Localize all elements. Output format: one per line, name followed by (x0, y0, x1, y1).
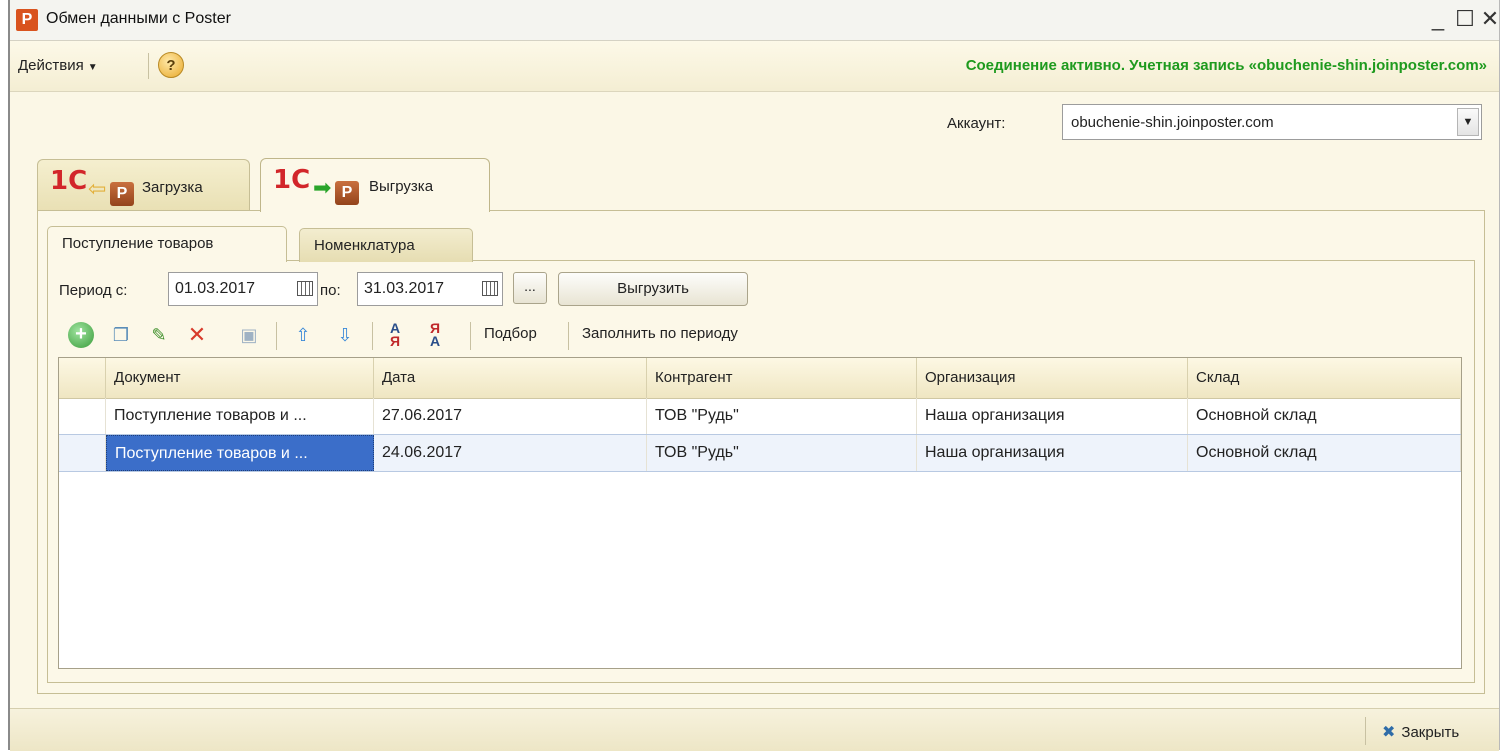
tab-load-label: Загрузка (142, 179, 203, 196)
poster-logo-icon: P (16, 9, 38, 31)
column-header-organization[interactable]: Организация (917, 358, 1188, 398)
window-title: Обмен данными с Poster (46, 10, 231, 27)
1c-logo-icon: 1С (50, 166, 88, 196)
tab-unload-label: Выгрузка (369, 178, 434, 195)
arrow-right-icon: ➡ (313, 175, 332, 200)
poster-badge-icon: P (335, 181, 359, 205)
tab-load[interactable]: 1С ⇦ P Загрузка (37, 159, 250, 211)
table-row[interactable]: Поступление товаров и ... 24.06.2017 ТОВ… (59, 434, 1461, 472)
close-button[interactable]: ✖ Закрыть (1382, 722, 1459, 742)
dropdown-arrow-icon[interactable]: ▼ (1457, 108, 1479, 136)
close-icon: ✖ (1382, 724, 1396, 741)
table-cell: Поступление товаров и ... (106, 435, 374, 471)
period-to-field[interactable]: 31.03.2017 (357, 272, 503, 306)
command-bar: Действия ▼ ? Соединение активно. Учетная … (10, 41, 1499, 92)
move-up-icon[interactable]: ⇧ (290, 322, 316, 348)
table-header: Документ Дата Контрагент Организация Скл… (59, 358, 1461, 399)
table-cell: Наша организация (917, 398, 1188, 434)
table-cell: Наша организация (917, 435, 1188, 471)
move-down-icon[interactable]: ⇩ (332, 322, 358, 348)
period-from-field[interactable]: 01.03.2017 (168, 272, 318, 306)
fill-by-period-button[interactable]: Заполнить по периоду (582, 325, 738, 342)
separator (372, 322, 373, 350)
separator (1365, 717, 1366, 745)
connection-status: Соединение активно. Учетная запись «obuc… (965, 57, 1487, 74)
separator (148, 53, 149, 79)
period-to-value: 31.03.2017 (364, 280, 445, 297)
export-button[interactable]: Выгрузить (558, 272, 748, 306)
separator (276, 322, 277, 350)
save-icon[interactable]: ▣ (236, 322, 262, 348)
calendar-icon[interactable] (297, 281, 313, 296)
table-cell (59, 398, 106, 434)
1c-logo-icon: 1С (273, 165, 311, 195)
table-row[interactable]: Поступление товаров и ... 27.06.2017 ТОВ… (59, 398, 1461, 435)
tab-goods-receipts-label: Поступление товаров (62, 235, 214, 252)
table-cell: Основной склад (1188, 435, 1461, 471)
separator (470, 322, 471, 350)
table-cell: 27.06.2017 (374, 398, 647, 434)
column-header-document[interactable]: Документ (106, 358, 374, 398)
chevron-down-icon: ▼ (87, 62, 98, 73)
calendar-icon[interactable] (482, 281, 498, 296)
add-icon[interactable]: + (68, 322, 94, 348)
sort-descending-icon[interactable]: ЯА (422, 321, 448, 348)
select-button[interactable]: Подбор (484, 325, 537, 342)
help-icon[interactable]: ? (158, 52, 184, 78)
documents-table: Документ Дата Контрагент Организация Скл… (58, 357, 1462, 669)
arrow-left-icon: ⇦ (88, 176, 107, 201)
column-header-counterparty[interactable]: Контрагент (647, 358, 917, 398)
table-cell: ТОВ "Рудь" (647, 398, 917, 434)
close-window-button[interactable]: ✕ (1475, 4, 1505, 34)
tab-goods-receipts[interactable]: Поступление товаров (47, 226, 287, 262)
poster-badge-icon: P (110, 182, 134, 206)
period-select-button[interactable]: ... (513, 272, 547, 304)
sort-ascending-icon[interactable]: АЯ (382, 321, 408, 348)
column-header-warehouse[interactable]: Склад (1188, 358, 1461, 398)
delete-icon[interactable]: ✕ (184, 322, 210, 348)
bottom-bar: ✖ Закрыть (10, 708, 1499, 751)
column-header[interactable] (59, 358, 106, 398)
actions-menu[interactable]: Действия ▼ (18, 57, 98, 74)
period-to-label: по: (320, 282, 341, 299)
account-select[interactable]: obuchenie-shin.joinposter.com ▼ (1062, 104, 1482, 140)
main-window: P Обмен данными с Poster _ ☐ ✕ Действия ▼… (8, 0, 1500, 751)
tab-unload[interactable]: 1С ➡ P Выгрузка (260, 158, 490, 212)
actions-menu-label: Действия (18, 57, 84, 74)
table-cell: 24.06.2017 (374, 435, 647, 471)
tab-nomenclature-label: Номенклатура (314, 237, 415, 254)
table-cell: ТОВ "Рудь" (647, 435, 917, 471)
table-cell: Основной склад (1188, 398, 1461, 434)
column-header-date[interactable]: Дата (374, 358, 647, 398)
period-from-value: 01.03.2017 (175, 280, 256, 297)
table-cell: Поступление товаров и ... (106, 398, 374, 434)
title-bar: P Обмен данными с Poster _ ☐ ✕ (10, 0, 1499, 41)
account-value: obuchenie-shin.joinposter.com (1071, 114, 1274, 131)
close-button-label: Закрыть (1401, 724, 1460, 741)
edit-icon[interactable]: ✎ (146, 322, 172, 348)
account-label: Аккаунт: (947, 115, 1006, 132)
tab-nomenclature[interactable]: Номенклатура (299, 228, 473, 262)
minimize-button[interactable]: _ (1423, 4, 1453, 34)
copy-icon[interactable]: ❐ (108, 322, 134, 348)
period-from-label: Период с: (59, 282, 128, 299)
table-cell (59, 435, 106, 471)
separator (568, 322, 569, 350)
